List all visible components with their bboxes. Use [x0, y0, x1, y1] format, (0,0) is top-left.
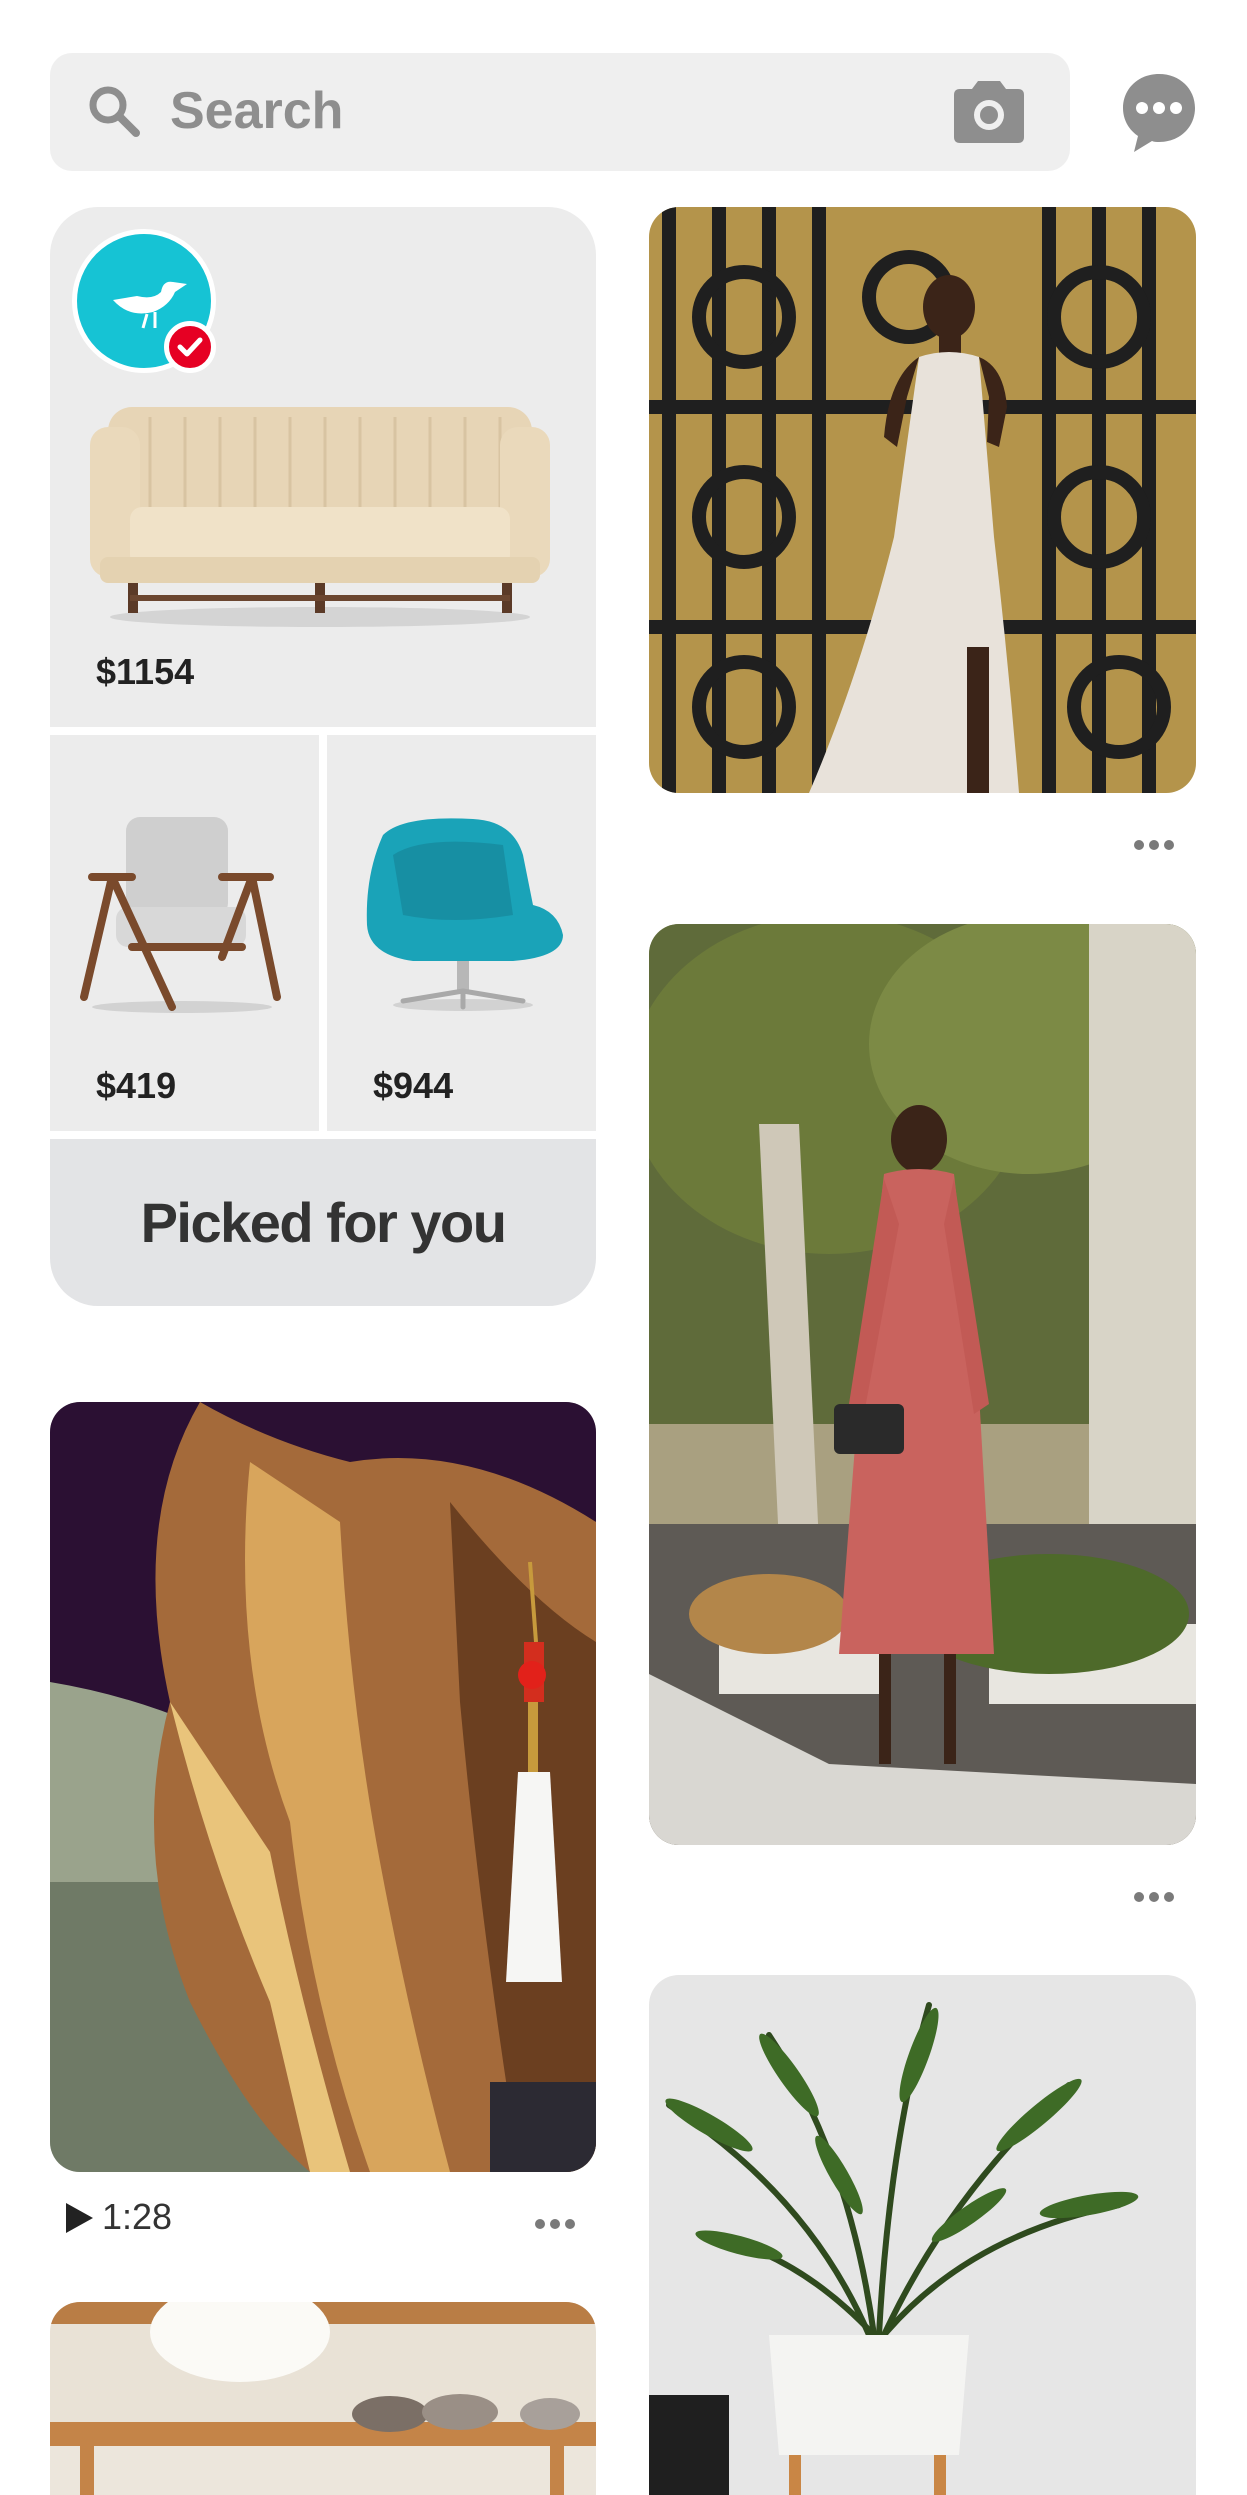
- more-options-icon[interactable]: [1134, 840, 1179, 850]
- earring-photo: [50, 1402, 596, 2172]
- armchair-image: [80, 817, 281, 1013]
- lace-dress-photo: [649, 207, 1196, 793]
- price-label: $419: [86, 1061, 187, 1111]
- search-bar[interactable]: Search: [50, 53, 1070, 171]
- play-icon: [66, 2203, 93, 2233]
- sofa-image: [90, 407, 550, 627]
- pink-dress-photo: [649, 924, 1196, 1845]
- shopping-collection-card[interactable]: $1154 $419 $944 Picked for you: [50, 207, 596, 1306]
- pin-image[interactable]: [649, 207, 1196, 793]
- pin-image[interactable]: [649, 1975, 1196, 2495]
- pin-image[interactable]: [50, 2302, 596, 2495]
- camera-icon[interactable]: [948, 77, 1030, 147]
- product-tile-sofa[interactable]: $1154: [50, 207, 596, 727]
- product-tile-armchair[interactable]: $419: [50, 735, 319, 1131]
- messages-icon[interactable]: [1120, 70, 1198, 154]
- video-pin[interactable]: [50, 1402, 596, 2172]
- shelves-photo: [50, 2302, 596, 2495]
- video-duration: 1:28: [102, 2196, 173, 2237]
- collection-title: Picked for you: [140, 1191, 507, 1254]
- search-input[interactable]: Search: [170, 79, 343, 143]
- more-options-icon[interactable]: [1134, 1892, 1179, 1902]
- swivel-chair-image: [366, 818, 563, 1011]
- product-tile-swivel-chair[interactable]: $944: [327, 735, 596, 1131]
- price-label: $1154: [86, 647, 205, 697]
- price-label: $944: [363, 1061, 464, 1111]
- pin-image[interactable]: [649, 924, 1196, 1845]
- search-icon: [89, 86, 140, 137]
- plant-photo: [649, 1975, 1196, 2495]
- picked-for-you-footer[interactable]: Picked for you: [50, 1139, 596, 1306]
- more-options-icon[interactable]: [535, 2219, 580, 2229]
- verified-badge-icon: [164, 321, 216, 373]
